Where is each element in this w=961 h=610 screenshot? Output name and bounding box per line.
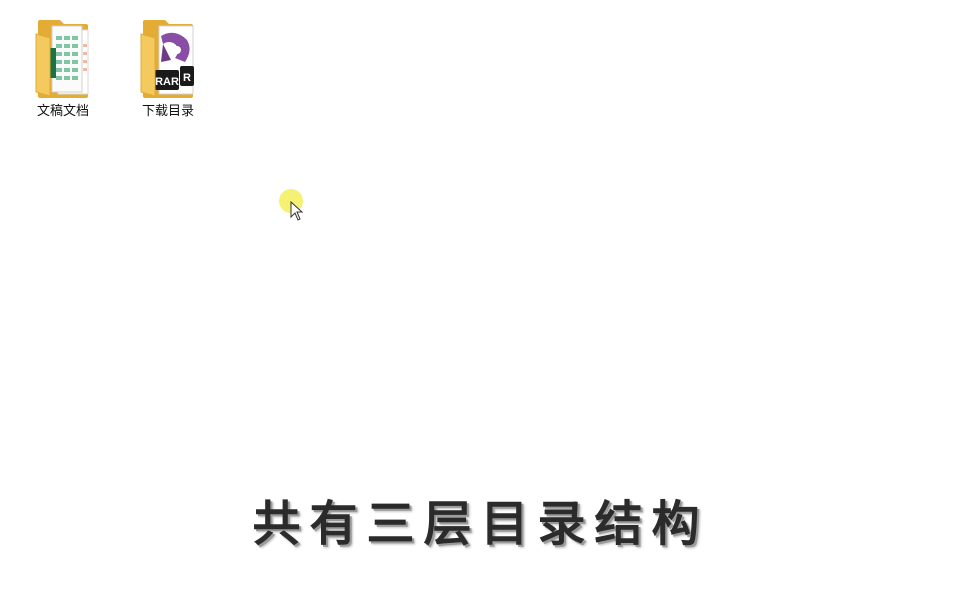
cursor-arrow-icon	[290, 201, 304, 221]
desktop-icon-downloads-folder[interactable]: RAR R 下载目录	[126, 14, 210, 124]
folder-winrar-icon: RAR R	[133, 14, 203, 100]
desktop-icon-docs-folder[interactable]: 文稿文档	[21, 14, 105, 124]
desktop-icon-label: 下载目录	[141, 104, 194, 119]
svg-text:RAR: RAR	[155, 76, 179, 88]
svg-text:R: R	[183, 72, 191, 84]
video-caption: 共有三层目录结构	[252, 496, 709, 552]
desktop-icon-label: 文稿文档	[36, 104, 89, 119]
mouse-cursor	[279, 189, 309, 223]
folder-spreadsheet-icon	[28, 14, 98, 100]
